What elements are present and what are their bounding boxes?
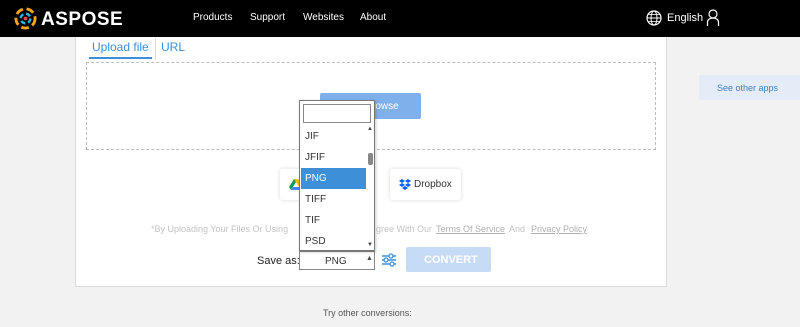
scroll-up-icon[interactable]: ▲ (367, 126, 373, 132)
convert-button-label: CONVERT (424, 254, 478, 266)
privacy-policy-link[interactable]: Privacy Policy (531, 224, 587, 234)
terms-middle: gree With Our (376, 224, 433, 234)
nav-about[interactable]: About (360, 12, 386, 23)
top-nav-bar: ASPOSE Products Support Websites About E… (0, 0, 800, 37)
dropdown-option[interactable]: TIF (301, 210, 366, 231)
try-other-conversions: Try other conversions: (323, 308, 412, 318)
dropdown-option[interactable]: PSD (301, 231, 366, 252)
dropdown-option[interactable]: TIFF (301, 189, 366, 210)
tab-divider (155, 38, 156, 60)
nav-websites[interactable]: Websites (303, 12, 344, 23)
browse-button-label: rowse (372, 101, 399, 112)
convert-button[interactable]: CONVERT (406, 247, 491, 272)
terms-prefix: *By Uploading Your Files Or Using (151, 224, 289, 234)
active-tab-indicator (89, 57, 152, 59)
tab-url[interactable]: URL (161, 40, 185, 54)
dropbox-button[interactable]: Dropbox (390, 169, 461, 200)
tab-upload-file[interactable]: Upload file (92, 40, 149, 54)
dropdown-scrollbar[interactable]: ▲ ▼ (366, 126, 375, 250)
dropdown-option-selected[interactable]: PNG (301, 168, 366, 189)
aspose-logo-icon[interactable] (14, 7, 37, 30)
see-other-apps-button[interactable]: See other apps (699, 75, 800, 100)
globe-icon[interactable] (646, 10, 662, 26)
language-selector[interactable]: English (667, 12, 703, 24)
settings-sliders-icon[interactable] (379, 250, 399, 270)
see-other-apps-label: See other apps (717, 83, 779, 93)
brand-name[interactable]: ASPOSE (41, 9, 123, 31)
terms-and: And (509, 224, 526, 234)
format-select-value: PNG (325, 256, 347, 267)
nav-support[interactable]: Support (250, 12, 285, 23)
user-icon[interactable] (706, 9, 720, 27)
dropbox-label: Dropbox (414, 179, 452, 190)
scrollbar-thumb[interactable] (368, 153, 373, 165)
save-as-label: Save as: (257, 255, 300, 267)
format-dropdown-list: JIF JFIF PNG TIFF TIF PSD ▲ ▼ (299, 100, 375, 251)
nav-products[interactable]: Products (193, 12, 232, 23)
dropbox-icon (399, 179, 411, 190)
chevron-up-icon: ▲ (366, 255, 373, 262)
dropdown-option[interactable]: JIF (301, 126, 366, 147)
dropdown-search-input[interactable] (303, 104, 371, 123)
dropdown-option[interactable]: JFIF (301, 147, 366, 168)
terms-of-service-link[interactable]: Terms Of Service (436, 224, 505, 234)
scroll-down-icon[interactable]: ▼ (367, 242, 373, 248)
format-select[interactable]: PNG ▲ (299, 251, 375, 270)
